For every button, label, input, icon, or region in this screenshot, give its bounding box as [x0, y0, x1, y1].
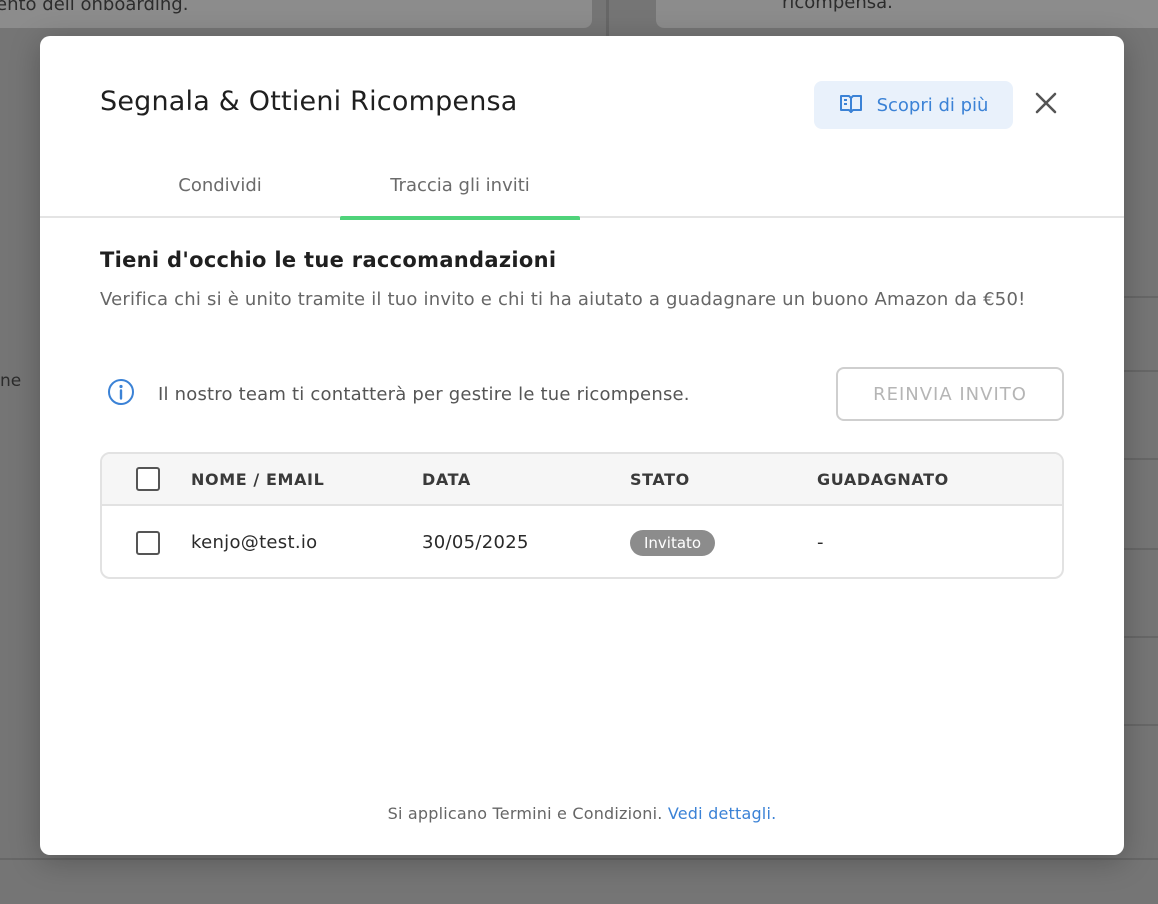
row-email: kenjo@test.io [191, 532, 318, 553]
header-status[interactable]: STATO [630, 454, 690, 504]
info-text: Il nostro team ti contatterà per gestire… [158, 383, 690, 405]
header-name-email[interactable]: NOME / EMAIL [191, 454, 324, 504]
row-select-cell [136, 506, 160, 577]
table-row: kenjo@test.io 30/05/2025 Invitato - [102, 506, 1062, 577]
close-icon [1034, 91, 1058, 118]
tab-label: Traccia gli inviti [390, 174, 530, 196]
row-earned-cell: - [817, 506, 824, 577]
invites-table: NOME / EMAIL DATA STATO GUADAGNATO kenjo… [100, 452, 1064, 579]
header-date[interactable]: DATA [422, 454, 471, 504]
row-status-cell: Invitato [630, 506, 716, 577]
resend-invite-button[interactable]: REINVIA INVITO [836, 367, 1064, 421]
modal-title: Segnala & Ottieni Ricompensa [100, 86, 518, 117]
row-earned: - [817, 532, 824, 553]
tab-share[interactable]: Condividi [100, 152, 340, 218]
header-label: STATO [630, 469, 690, 489]
tab-label: Condividi [178, 174, 262, 196]
learn-more-button[interactable]: Scopri di più [814, 81, 1013, 129]
select-all-checkbox[interactable] [136, 467, 160, 491]
terms-details-link[interactable]: Vedi dettagli. [668, 804, 777, 823]
row-date-cell: 30/05/2025 [422, 506, 529, 577]
referral-modal: Segnala & Ottieni Ricompensa Scopri di p… [40, 36, 1124, 855]
row-email-cell: kenjo@test.io [191, 506, 318, 577]
learn-more-label: Scopri di più [876, 94, 989, 116]
row-checkbox[interactable] [136, 530, 160, 555]
header-label: GUADAGNATO [817, 469, 949, 489]
close-button[interactable] [1028, 86, 1064, 122]
tab-track-invites[interactable]: Traccia gli inviti [340, 152, 580, 220]
terms-text: Si applicano Termini e Condizioni. [387, 804, 663, 823]
header-label: DATA [422, 469, 471, 489]
select-all-cell [136, 454, 160, 504]
section-title: Tieni d'occhio le tue raccomandazioni [100, 248, 557, 272]
active-tab-indicator [340, 216, 580, 220]
tab-bar: Condividi Traccia gli inviti [40, 152, 1124, 220]
info-message: Il nostro team ti contatterà per gestire… [106, 378, 806, 410]
header-label: NOME / EMAIL [191, 469, 325, 489]
status-badge: Invitato [630, 529, 716, 556]
info-icon [106, 377, 136, 411]
table-header: NOME / EMAIL DATA STATO GUADAGNATO [102, 454, 1062, 506]
terms-footer: Si applicano Termini e Condizioni. Vedi … [40, 804, 1124, 823]
book-open-icon [839, 93, 863, 118]
section-description: Verifica chi si è unito tramite il tuo i… [100, 289, 1026, 310]
header-earned[interactable]: GUADAGNATO [817, 454, 949, 504]
row-date: 30/05/2025 [422, 532, 529, 553]
